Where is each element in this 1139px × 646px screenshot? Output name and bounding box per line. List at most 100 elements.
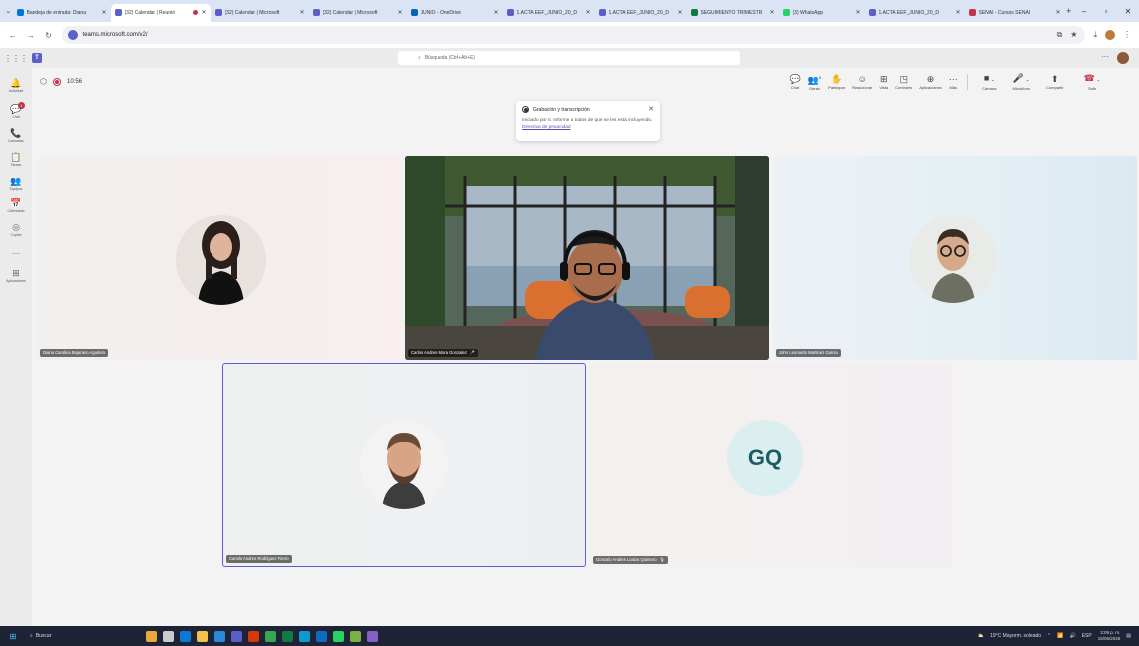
browser-tab[interactable]: 1.ACTA EEF_JUNIO_20_D ✕ bbox=[865, 4, 965, 22]
tab-close-icon[interactable]: ✕ bbox=[677, 9, 682, 16]
rail-item[interactable]: 📞 Llamadas bbox=[0, 128, 32, 143]
participant-tile[interactable]: Diana Carolina Bejarano Agudelo bbox=[37, 156, 401, 360]
teams-app-icon[interactable] bbox=[231, 630, 242, 642]
tab-close-icon[interactable]: ✕ bbox=[493, 9, 498, 16]
control-camera[interactable]: ■ ⌄ Cámara bbox=[982, 73, 996, 91]
url-input[interactable]: teams.microsoft.com/v2/ ⧉ ★ bbox=[61, 26, 1086, 44]
control-mic[interactable]: 🎤 ⌄ Micrófono bbox=[1012, 73, 1030, 91]
rail-item[interactable]: 👥 Equipos bbox=[0, 176, 32, 191]
tray-chevron-icon[interactable]: ⌃ bbox=[1047, 633, 1051, 639]
language-indicator[interactable]: ESP bbox=[1082, 633, 1092, 639]
tab-close-icon[interactable]: ✕ bbox=[1055, 9, 1060, 16]
bookmark-star-icon[interactable]: ★ bbox=[1070, 30, 1077, 40]
control-chat[interactable]: 💬 Chat bbox=[790, 74, 801, 90]
participant-tile[interactable]: Camilo Andres Rodriguez Fierro bbox=[222, 363, 586, 567]
rail-item[interactable]: 📋 Tareas bbox=[0, 152, 32, 167]
profile-avatar[interactable] bbox=[1105, 30, 1115, 40]
tab-close-icon[interactable]: ✕ bbox=[585, 9, 590, 16]
control-react[interactable]: ☺ Reaccionar bbox=[852, 74, 872, 90]
weather-text[interactable]: 19°C Mayorm. soleado bbox=[990, 633, 1041, 639]
tab-close-icon[interactable]: ✕ bbox=[955, 9, 960, 16]
control-label: Vista bbox=[879, 84, 889, 90]
chevron-down-icon[interactable]: ⌄ bbox=[1095, 77, 1100, 83]
control-raise-hand[interactable]: ✋ Participar bbox=[828, 74, 845, 90]
whatsapp-app-icon[interactable] bbox=[333, 630, 344, 642]
paint-app-icon[interactable] bbox=[367, 630, 378, 642]
browser-menu-icon[interactable]: ⋮ bbox=[1123, 30, 1131, 40]
tab-close-icon[interactable]: ✕ bbox=[299, 9, 304, 16]
maximize-icon[interactable]: ▫ bbox=[1095, 7, 1117, 16]
site-info-icon[interactable] bbox=[67, 30, 78, 40]
chrome-app-icon[interactable] bbox=[265, 630, 276, 642]
teams-icon: 👥 bbox=[10, 176, 22, 186]
file-explorer-icon[interactable] bbox=[197, 630, 208, 642]
browser-tab[interactable]: 1.ACTA EEF_JUNIO_20_D ✕ bbox=[595, 4, 687, 22]
copilot-app-icon[interactable] bbox=[146, 630, 157, 642]
close-icon[interactable]: ✕ bbox=[1117, 7, 1139, 16]
tab-close-icon[interactable]: ✕ bbox=[855, 9, 860, 16]
tab-favicon-icon bbox=[598, 9, 606, 16]
calendar-icon: 📅 bbox=[10, 198, 22, 208]
control-apps[interactable]: ⊕ Aplicaciones bbox=[919, 74, 941, 90]
browser-tab[interactable]: (3) WhatsApp ✕ bbox=[779, 4, 865, 22]
reload-icon[interactable]: ↻ bbox=[44, 31, 54, 40]
edge-app-icon[interactable] bbox=[299, 630, 310, 642]
more-options-icon[interactable]: ··· bbox=[1101, 52, 1109, 61]
rail-item[interactable]: 💬 1 Chat bbox=[0, 102, 32, 119]
minimize-icon[interactable]: – bbox=[1073, 7, 1095, 16]
outlook-app-icon[interactable] bbox=[316, 630, 327, 642]
forward-icon[interactable]: → bbox=[26, 31, 36, 40]
rail-item[interactable]: ⊞ Aplicaciones bbox=[0, 268, 32, 283]
privacy-policy-link[interactable]: Directiva de privacidad bbox=[522, 125, 571, 130]
tab-close-icon[interactable]: ✕ bbox=[397, 9, 402, 16]
download-icon[interactable]: ⤓ bbox=[1093, 30, 1097, 40]
app-launcher-icon[interactable]: ⋮⋮⋮ bbox=[0, 54, 32, 63]
participant-tile[interactable]: Carlos Andres Mora Gonzalez 🎤 bbox=[405, 156, 769, 360]
leave-button[interactable]: ☎ ⌄ Salir bbox=[1084, 73, 1101, 91]
windows-start-icon[interactable]: ⊞ bbox=[0, 632, 26, 641]
tab-search-icon[interactable]: ⌄ bbox=[4, 5, 13, 17]
toast-close-icon[interactable]: ✕ bbox=[648, 105, 654, 113]
browser-tab[interactable]: (32) Calendar | Microsoft ✕ bbox=[211, 4, 309, 22]
task-view-icon[interactable] bbox=[163, 630, 174, 642]
network-icon[interactable]: 📶 bbox=[1057, 633, 1063, 639]
chevron-down-icon[interactable]: ⌄ bbox=[1024, 77, 1029, 83]
participant-tile[interactable]: GQ Gonzalo Andres Loaiza Quintero 🎙 bbox=[590, 363, 953, 567]
control-share[interactable]: ⬆ Compartir bbox=[1046, 74, 1064, 90]
clock[interactable]: 3:09 p. m. 16/06/2026 bbox=[1098, 630, 1121, 642]
search-input[interactable]: ⌕ Búsqueda (Ctrl+Alt+E) bbox=[398, 51, 740, 65]
new-tab-button[interactable]: + bbox=[1065, 6, 1074, 16]
browser-tab[interactable]: (32) Calendar | Microsoft ✕ bbox=[309, 4, 407, 22]
browser-app-icon[interactable] bbox=[180, 630, 191, 642]
control-controls[interactable]: ◳ Controles bbox=[895, 74, 912, 90]
tab-close-icon[interactable]: ✕ bbox=[201, 9, 206, 16]
rail-item[interactable]: 📅 Calendario bbox=[0, 198, 32, 213]
control-more[interactable]: ··· Más bbox=[949, 74, 958, 90]
participant-tile[interactable]: John Leonardo Martinez Garcia bbox=[773, 156, 1137, 360]
control-people[interactable]: 👥5 Gente bbox=[808, 72, 821, 91]
browser-tab[interactable]: SENAI - Cursos SENAI ✕ bbox=[965, 4, 1065, 22]
tab-close-icon[interactable]: ✕ bbox=[101, 9, 106, 16]
excel-app-icon[interactable] bbox=[282, 630, 293, 642]
tab-close-icon[interactable]: ✕ bbox=[769, 9, 774, 16]
notes-app-icon[interactable] bbox=[350, 630, 361, 642]
browser-tab[interactable]: SEGUIMIENTO TRIMESTR ✕ bbox=[687, 4, 779, 22]
back-icon[interactable]: ← bbox=[8, 31, 18, 40]
cast-icon[interactable]: ⧉ bbox=[1057, 30, 1063, 40]
rail-item[interactable]: 🔔 Actividad bbox=[0, 78, 32, 93]
control-view[interactable]: ⊞ Vista bbox=[879, 74, 888, 90]
browser-tab[interactable]: Bandeja de entrada: Diana ✕ bbox=[13, 4, 111, 22]
rail-item[interactable]: ◎ Copilot bbox=[0, 222, 32, 237]
volume-icon[interactable]: 🔊 bbox=[1069, 633, 1075, 639]
notifications-icon[interactable]: ▤ bbox=[1126, 633, 1131, 639]
chevron-down-icon[interactable]: ⌄ bbox=[989, 77, 995, 83]
office-app-icon[interactable] bbox=[248, 630, 259, 642]
browser-tab[interactable]: JUNIO - OneDrive ✕ bbox=[407, 4, 503, 22]
rail-item[interactable]: ··· bbox=[0, 248, 32, 259]
user-avatar[interactable] bbox=[1117, 52, 1129, 64]
store-app-icon[interactable] bbox=[214, 630, 225, 642]
browser-tab[interactable]: (32) Calendar | Reunió ✕ bbox=[110, 3, 211, 22]
react-icon: ☺ bbox=[857, 73, 867, 84]
taskbar-search[interactable]: ⌕ Buscar bbox=[26, 629, 96, 643]
browser-tab[interactable]: 1.ACTA EEF_JUNIO_20_D ✕ bbox=[503, 4, 595, 22]
